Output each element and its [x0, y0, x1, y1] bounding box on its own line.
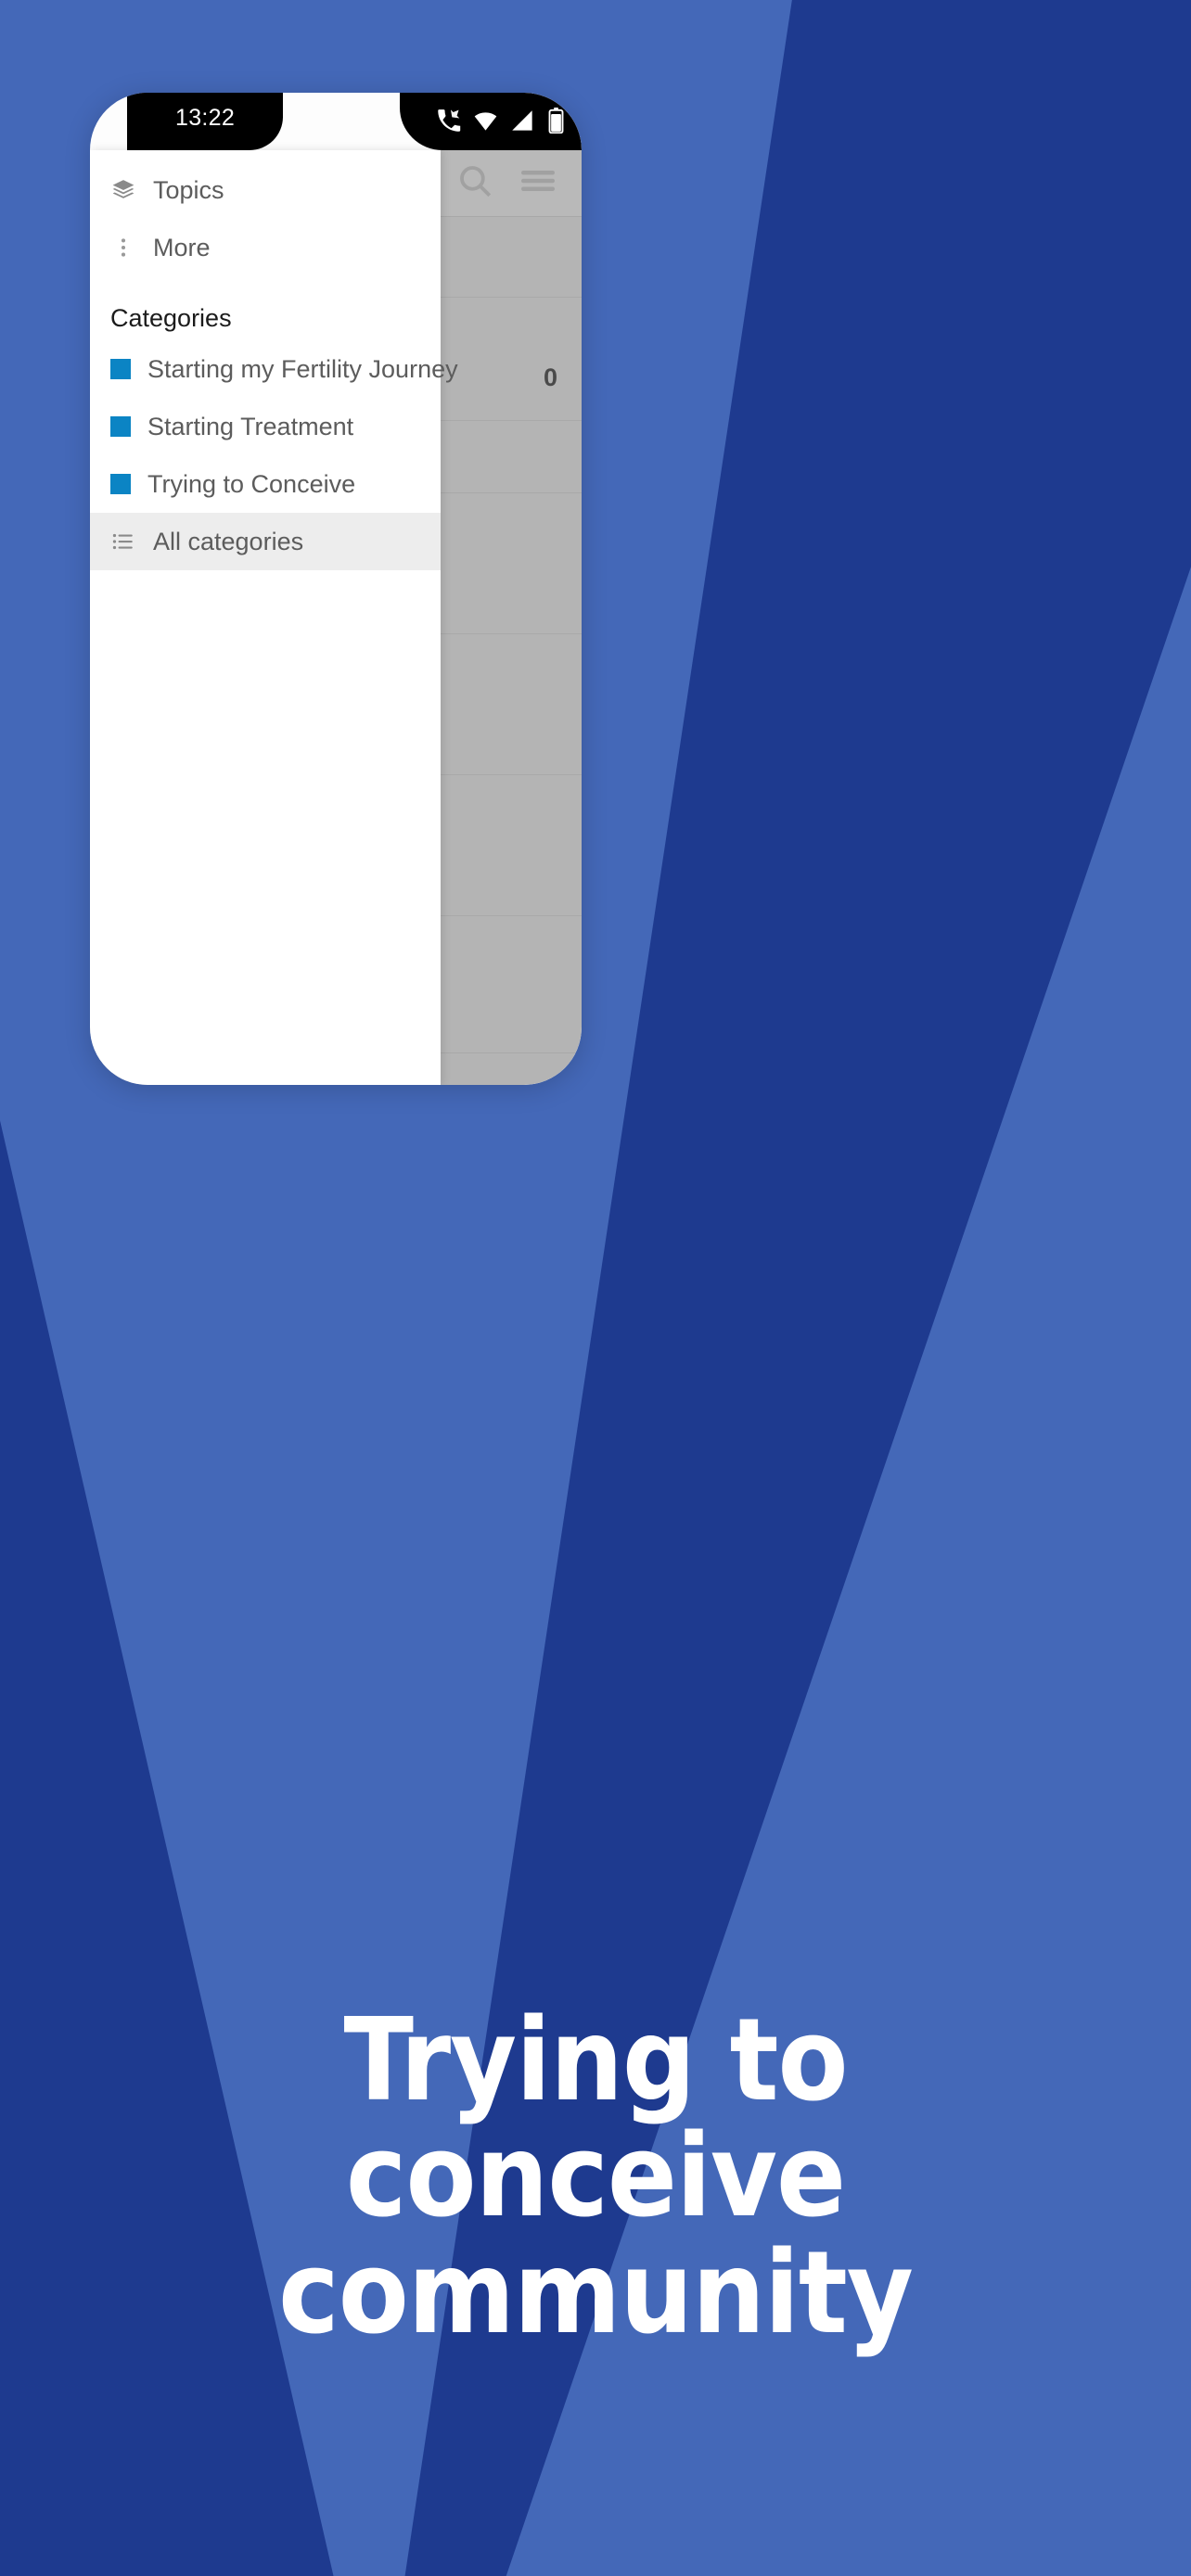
category-color-swatch [110, 359, 131, 379]
sidebar-item-all-categories[interactable]: All categories [90, 513, 441, 570]
row-count: 0 [543, 363, 557, 391]
status-bar-icons [436, 108, 565, 134]
sidebar-item-topics[interactable]: Topics [90, 161, 441, 219]
headline-line-3: community [278, 2226, 914, 2360]
sidebar-item-category[interactable]: Trying to Conceive [90, 455, 441, 513]
list-icon [110, 529, 136, 554]
hamburger-menu-icon[interactable] [519, 161, 557, 205]
phone-missed-icon [436, 108, 461, 134]
dots-vertical-icon [110, 236, 136, 260]
signal-icon [510, 108, 535, 134]
battery-icon [547, 108, 565, 134]
phone-mockup: oss… rtility 0 ur… [90, 93, 582, 1085]
sidebar-item-label: More [153, 233, 211, 261]
category-label: Trying to Conceive [147, 469, 356, 498]
headline: Trying to conceive community [0, 1995, 1191, 2360]
status-bar-right-notch [400, 93, 582, 150]
status-bar-clock: 13:22 [175, 105, 236, 131]
status-bar-notch-cap [127, 93, 183, 150]
headline-line-2: conceive [345, 2111, 846, 2244]
status-bar: 13:22 [90, 93, 582, 150]
headline-line-1: Trying to [343, 1995, 848, 2127]
categories-heading: Categories [110, 304, 232, 332]
sidebar-item-category[interactable]: Starting Treatment [90, 398, 441, 455]
navigation-drawer: Topics More Categories Starting my Ferti… [90, 150, 458, 1085]
category-color-swatch [110, 416, 131, 437]
sidebar-item-category[interactable]: Starting my Fertility Journey [90, 340, 458, 398]
category-color-swatch [110, 474, 131, 494]
category-label: Starting my Fertility Journey [147, 354, 458, 383]
sidebar-item-label: Topics [153, 175, 224, 204]
all-categories-label: All categories [153, 527, 304, 555]
sidebar-item-more[interactable]: More [90, 219, 441, 276]
phone-screen: oss… rtility 0 ur… [90, 93, 582, 1085]
search-icon[interactable] [455, 161, 494, 205]
wifi-icon [473, 108, 498, 134]
category-label: Starting Treatment [147, 412, 354, 440]
status-bar-left-notch: 13:22 [127, 93, 283, 150]
layers-icon [110, 178, 136, 202]
